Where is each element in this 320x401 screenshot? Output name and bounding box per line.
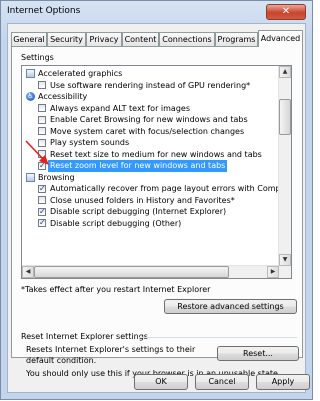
checkbox-checked[interactable]: ✓ [38, 161, 46, 170]
scroll-left-icon[interactable]: ◀ [22, 266, 34, 278]
setting-label[interactable]: Reset text size to medium for new window… [50, 149, 262, 161]
setting-disable-script-debugging-ie[interactable]: ✓ Disable script debugging (Internet Exp… [22, 206, 279, 218]
group-divider [139, 337, 297, 338]
category-browsing: Browsing [22, 172, 279, 184]
category-label: Browsing [38, 172, 75, 182]
checkbox-checked[interactable]: ✓ [38, 219, 46, 227]
scroll-down-icon[interactable]: ▼ [279, 254, 291, 266]
vertical-scrollbar[interactable]: ▲ ▼ [278, 66, 291, 278]
setting-auto-recover[interactable]: ✓ Automatically recover from page layout… [22, 183, 279, 195]
setting-play-system-sounds[interactable]: Play system sounds [22, 137, 279, 149]
setting-reset-text-size[interactable]: Reset text size to medium for new window… [22, 149, 279, 161]
category-label: Accelerated graphics [38, 69, 123, 78]
setting-label[interactable]: Move system caret with focus/selection c… [50, 126, 244, 138]
close-button[interactable]: ✕ [266, 4, 306, 20]
setting-label[interactable]: Play system sounds [50, 137, 129, 149]
setting-label[interactable]: Disable script debugging (Other) [50, 218, 181, 230]
restart-note: *Takes effect after you restart Internet… [21, 285, 211, 294]
setting-software-rendering[interactable]: Use software rendering instead of GPU re… [22, 80, 279, 92]
category-label: Accessibility [38, 92, 88, 101]
category-accessibility: ♿ Accessibility [22, 91, 279, 103]
folder-icon [26, 172, 35, 182]
setting-close-unused-folders[interactable]: Close unused folders in History and Favo… [22, 195, 279, 207]
setting-disable-script-debugging-other[interactable]: ✓ Disable script debugging (Other) [22, 218, 279, 230]
checkbox[interactable] [38, 196, 46, 204]
setting-label[interactable]: Close unused folders in History and Favo… [50, 195, 235, 207]
restore-advanced-settings-button[interactable]: Restore advanced settings [164, 299, 297, 314]
folder-icon [26, 69, 35, 78]
checkbox[interactable] [38, 81, 46, 89]
checkbox[interactable] [38, 115, 46, 124]
accessibility-icon: ♿ [26, 92, 35, 101]
internet-options-window: Internet Options ✕ General Security Priv… [0, 0, 313, 400]
tab-privacy[interactable]: Privacy [86, 32, 122, 46]
tab-advanced[interactable]: Advanced [258, 30, 303, 47]
setting-label[interactable]: Enable Caret Browsing for new windows an… [50, 114, 248, 126]
vertical-scroll-thumb[interactable] [279, 99, 291, 135]
scrollbar-corner [279, 266, 291, 278]
title-bar[interactable]: Internet Options ✕ [1, 1, 312, 23]
tab-strip: General Security Privacy Content Connect… [11, 30, 303, 47]
setting-expand-alt-text[interactable]: Always expand ALT text for images [22, 103, 279, 115]
window-title: Internet Options [7, 6, 81, 16]
reset-button[interactable]: Reset... [217, 346, 299, 361]
setting-move-system-caret[interactable]: Move system caret with focus/selection c… [22, 126, 279, 138]
tab-connections[interactable]: Connections [159, 32, 215, 46]
setting-label[interactable]: Use software rendering instead of GPU re… [50, 80, 250, 92]
setting-caret-browsing[interactable]: Enable Caret Browsing for new windows an… [22, 114, 279, 126]
category-accelerated-graphics: Accelerated graphics [22, 68, 279, 80]
checkbox-checked[interactable]: ✓ [38, 207, 46, 216]
tab-programs[interactable]: Programs [215, 32, 258, 46]
setting-label[interactable]: Reset zoom level for new windows and tab… [48, 160, 228, 172]
checkbox-checked[interactable]: ✓ [38, 184, 46, 193]
settings-items: Accelerated graphics Use software render… [22, 68, 279, 229]
setting-label[interactable]: Always expand ALT text for images [50, 103, 190, 115]
tab-general[interactable]: General [11, 32, 47, 46]
setting-label[interactable]: Automatically recover from page layout e… [50, 183, 279, 195]
tab-content[interactable]: Content [122, 32, 159, 46]
settings-tree-list[interactable]: Accelerated graphics Use software render… [21, 65, 292, 279]
apply-button[interactable]: Apply [256, 374, 310, 390]
checkbox[interactable] [38, 104, 46, 112]
horizontal-scrollbar[interactable]: ◀ ▶ [22, 265, 279, 278]
advanced-tab-panel: Settings Accelerated graphics Use softwa… [11, 46, 303, 378]
reset-description: Resets Internet Explorer's settings to t… [26, 345, 196, 365]
setting-label[interactable]: Disable script debugging (Internet Explo… [50, 206, 226, 218]
checkbox[interactable] [38, 150, 46, 158]
settings-label: Settings [21, 53, 54, 62]
checkbox[interactable] [38, 138, 46, 147]
tab-security[interactable]: Security [47, 32, 86, 46]
setting-reset-zoom-level[interactable]: ✓ Reset zoom level for new windows and t… [22, 160, 279, 172]
ok-button[interactable]: OK [134, 374, 188, 390]
scroll-right-icon[interactable]: ▶ [267, 266, 279, 278]
scroll-up-icon[interactable]: ▲ [279, 66, 291, 78]
checkbox[interactable] [38, 127, 46, 135]
cancel-button[interactable]: Cancel [195, 374, 249, 390]
reset-section-title: Reset Internet Explorer settings [21, 332, 148, 341]
horizontal-scroll-thumb[interactable] [34, 266, 229, 278]
dialog-client-area: General Security Privacy Content Connect… [7, 23, 310, 393]
